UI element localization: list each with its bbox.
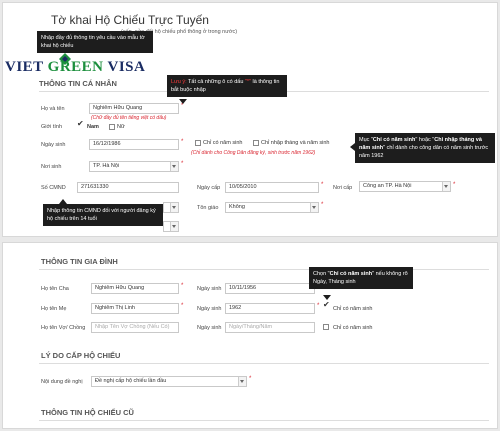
page-title: Tờ khai Hộ Chiếu Trực Tuyến <box>51 13 209 27</box>
father-label: Họ tên Cha <box>41 286 69 292</box>
only-year-checkbox[interactable] <box>195 140 201 146</box>
required-mark: * <box>321 182 324 188</box>
gender-male-label: Nam <box>87 124 99 130</box>
tooltip-arrow <box>350 143 355 151</box>
mother-only-year-checkbox[interactable]: ✔ <box>323 300 330 309</box>
dob-note: (Chỉ dành cho Công Dân đăng ký, sinh trư… <box>191 150 316 156</box>
issue-date-input[interactable]: 10/05/2010 <box>225 182 319 193</box>
parent-dob-tooltip: Chọn "Chỉ có năm sinh" nếu không rõ Ngày… <box>309 267 413 289</box>
only-year-label: Chỉ có năm sinh <box>203 140 243 146</box>
birthplace-select[interactable]: TP. Hà Nội <box>89 161 179 172</box>
divider <box>39 269 489 270</box>
tooltip-arrow <box>59 199 67 204</box>
required-mark: * <box>181 283 184 289</box>
cmnd-tooltip: Nhập thông tin CMND đối với người đăng k… <box>43 204 163 226</box>
spouse-name-input[interactable]: Nhập Tên Vợ Chồng (Nếu Có) <box>91 322 179 333</box>
old-passport-section-title: THÔNG TIN HỘ CHIẾU CŨ <box>41 408 134 417</box>
divider <box>39 363 489 364</box>
required-note-tooltip: Lưu ý: Tất cả những ô có dấu "*" là thôn… <box>167 75 287 97</box>
mother-only-year-label: Chỉ có năm sinh <box>333 306 373 312</box>
mother-label: Họ tên Mẹ <box>41 306 67 312</box>
required-mark: * <box>181 303 184 309</box>
cmnd-input[interactable]: 271631330 <box>77 182 179 193</box>
name-label: Họ và tên <box>41 106 65 112</box>
gender-male-radio[interactable]: ✔ <box>77 119 84 128</box>
month-year-checkbox[interactable] <box>253 140 259 146</box>
gender-female-label: Nữ <box>117 124 125 130</box>
personal-section-title: THÔNG TIN CÁ NHÂN <box>39 79 117 88</box>
spouse-label: Họ tên Vợ/ Chồng <box>41 325 86 331</box>
mother-dob-input[interactable]: 1962 <box>225 303 315 314</box>
issue-place-label: Nơi cấp <box>333 185 353 191</box>
spouse-only-year-label: Chỉ có năm sinh <box>333 325 373 331</box>
issue-place-select[interactable]: Công an TP. Hà Nội <box>359 181 451 192</box>
name-input[interactable]: Nghiêm Hữu Quang <box>89 103 179 114</box>
extra-select[interactable] <box>163 221 179 232</box>
religion-select[interactable]: Không <box>225 202 319 213</box>
birth-year-tooltip: Mục "Chỉ có năm sinh" hoặc "Chỉ nhập thá… <box>355 133 495 163</box>
birthplace-label: Nơi sinh <box>41 164 62 170</box>
required-mark: * <box>321 202 324 208</box>
spouse-dob-input[interactable]: Ngày/Tháng/Năm <box>225 322 315 333</box>
divider <box>39 420 489 421</box>
mother-name-input[interactable]: Nghiêm Thị Linh <box>91 303 179 314</box>
religion-label: Tôn giáo <box>197 205 219 211</box>
personal-info-panel: Tờ khai Hộ Chiếu Trực Tuyến (cấp, sửa đổ… <box>2 2 498 237</box>
reason-section-title: LÝ DO CẤP HỘ CHIẾU <box>41 351 121 360</box>
gender-label: Giới tính <box>41 124 63 130</box>
family-info-panel: THÔNG TIN GIA ĐÌNH Họ tên Cha Nghiêm Hữu… <box>2 242 498 429</box>
viet-green-visa-logo[interactable]: VIET GREEN VISA <box>5 59 145 79</box>
gender-female-radio[interactable] <box>109 124 115 130</box>
required-mark: * <box>453 182 456 188</box>
name-note: (Chữ đầy đủ tên tiếng việt có dấu) <box>91 115 167 121</box>
father-dob-input[interactable]: 10/11/1956 <box>225 283 315 294</box>
required-info-tooltip: Nhập đầy đủ thông tin yêu cầu vào mẫu tờ… <box>37 31 153 53</box>
request-select[interactable]: Đề nghị cấp hộ chiếu lần đầu <box>91 376 247 387</box>
cmnd-label: Số CMND <box>41 185 66 191</box>
tooltip-arrow <box>323 295 331 300</box>
issue-date-label: Ngày cấp <box>197 185 221 191</box>
required-mark: * <box>317 303 320 309</box>
father-dob-label: Ngày sinh <box>197 286 222 292</box>
tooltip-arrow <box>179 99 187 104</box>
ethnicity-select[interactable] <box>163 202 179 213</box>
spouse-dob-label: Ngày sinh <box>197 325 222 331</box>
dob-input[interactable]: 16/12/1986 <box>89 139 179 150</box>
logo-text: VIET GREEN VISA <box>5 59 146 75</box>
required-mark: * <box>181 161 184 167</box>
family-section-title: THÔNG TIN GIA ĐÌNH <box>41 257 118 266</box>
mother-dob-label: Ngày sinh <box>197 306 222 312</box>
request-label: Nội dung đề nghị <box>41 379 83 385</box>
spouse-only-year-checkbox[interactable] <box>323 324 329 330</box>
required-mark: * <box>181 139 184 145</box>
month-year-label: Chỉ nhập tháng và năm sinh <box>261 140 330 146</box>
dob-label: Ngày sinh <box>41 142 66 148</box>
father-name-input[interactable]: Nghiêm Hữu Quang <box>91 283 179 294</box>
required-mark: * <box>249 376 252 382</box>
